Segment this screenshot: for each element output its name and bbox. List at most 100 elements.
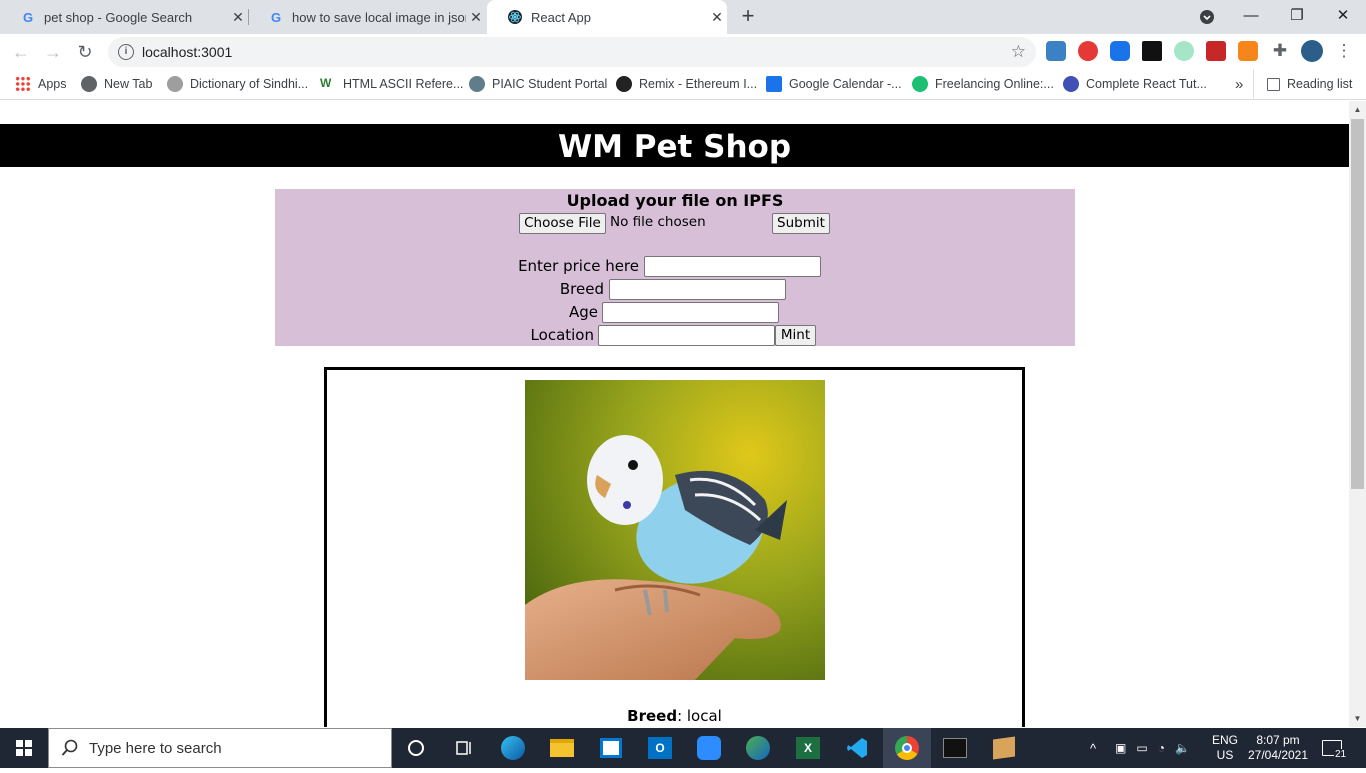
- page-scrollbar[interactable]: ▲ ▼: [1349, 101, 1366, 727]
- globe-icon: [81, 76, 97, 92]
- bookmark-react-tutorial[interactable]: Complete React Tut...: [1063, 70, 1207, 98]
- cortana-icon[interactable]: [400, 732, 432, 764]
- tab-title: how to save local image in json f: [292, 9, 466, 25]
- site-info-icon[interactable]: i: [118, 44, 134, 60]
- globe-app-icon[interactable]: [742, 732, 774, 764]
- red-extension-icon[interactable]: [1078, 41, 1098, 61]
- close-tab-icon[interactable]: ✕: [466, 9, 486, 26]
- bookmark-label: New Tab: [104, 77, 153, 91]
- outlook-icon[interactable]: O: [644, 732, 676, 764]
- notification-count: 21: [1334, 748, 1348, 760]
- bookmark-label: Remix - Ethereum I...: [639, 77, 758, 91]
- back-icon[interactable]: ←: [9, 40, 33, 64]
- budgie-photo: [525, 380, 825, 680]
- fiverr-icon: [912, 76, 928, 92]
- restore-icon[interactable]: ❐: [1274, 0, 1320, 34]
- bookmark-label: Freelancing Online:...: [935, 77, 1054, 91]
- bookmark-dictionary[interactable]: Dictionary of Sindhi...: [167, 70, 308, 98]
- tab-google-search[interactable]: G pet shop - Google Search ✕: [0, 0, 248, 34]
- language-indicator[interactable]: ENG US: [1212, 728, 1238, 768]
- bookmark-freelancing[interactable]: Freelancing Online:...: [912, 70, 1054, 98]
- vscode-icon[interactable]: [841, 732, 873, 764]
- clock-date: 27/04/2021: [1247, 748, 1309, 762]
- metamask-fox-icon[interactable]: [1238, 41, 1258, 61]
- tab-json-search[interactable]: G how to save local image in json f ✕: [248, 0, 486, 34]
- tray-device-icon[interactable]: ▣: [1115, 741, 1126, 755]
- react-icon: [507, 9, 523, 25]
- green-extension-icon[interactable]: [1174, 41, 1194, 61]
- taskbar-search-box[interactable]: Type here to search: [48, 728, 392, 768]
- mint-button[interactable]: Mint: [775, 325, 816, 346]
- location-input[interactable]: [598, 325, 775, 346]
- google-icon: G: [22, 9, 34, 25]
- terminal-icon[interactable]: [939, 732, 971, 764]
- bookmark-html-ascii[interactable]: W HTML ASCII Refere...: [320, 70, 463, 98]
- notification-center-icon[interactable]: 21: [1322, 728, 1355, 768]
- bookmark-piaic[interactable]: PIAIC Student Portal: [469, 70, 607, 98]
- price-input[interactable]: [644, 256, 821, 277]
- more-bookmarks-icon[interactable]: »: [1235, 70, 1243, 98]
- age-label: Age: [568, 303, 598, 321]
- game-extension-icon[interactable]: [1206, 41, 1226, 61]
- url-text[interactable]: localhost:3001: [142, 44, 232, 60]
- choose-file-button[interactable]: Choose File: [519, 213, 606, 234]
- piaic-icon: [469, 76, 485, 92]
- excel-icon[interactable]: X: [792, 732, 824, 764]
- address-bar[interactable]: i localhost:3001 ☆: [108, 37, 1036, 67]
- store-icon[interactable]: [595, 732, 627, 764]
- bookmark-label: Google Calendar -...: [789, 77, 902, 91]
- pet-breed-label: Breed: [627, 707, 678, 725]
- tray-icons[interactable]: ▣ ▭ ◔ 🔈: [1115, 728, 1190, 768]
- package-icon[interactable]: [988, 732, 1020, 764]
- breed-input[interactable]: [609, 279, 786, 300]
- age-input[interactable]: [602, 302, 779, 323]
- battery-icon[interactable]: ▭: [1136, 741, 1147, 755]
- bookmark-new-tab[interactable]: New Tab: [81, 70, 152, 98]
- w-extension-icon[interactable]: [1142, 41, 1162, 61]
- price-label: Enter price here: [518, 257, 639, 275]
- close-window-icon[interactable]: ✕: [1320, 0, 1366, 34]
- bookmark-label: HTML ASCII Refere...: [343, 77, 464, 91]
- reading-list-icon: [1267, 77, 1280, 91]
- chrome-icon[interactable]: [891, 732, 923, 764]
- blue-extension-icon[interactable]: [1110, 41, 1130, 61]
- task-view-icon[interactable]: [448, 732, 480, 764]
- extensions-puzzle-icon[interactable]: ✚: [1270, 41, 1290, 61]
- reload-icon[interactable]: ↻: [73, 40, 97, 64]
- wifi-icon[interactable]: ◔: [1158, 741, 1165, 755]
- location-label: Location: [530, 326, 594, 344]
- minimize-icon[interactable]: —: [1228, 0, 1274, 34]
- scroll-up-icon[interactable]: ▲: [1349, 101, 1366, 118]
- reading-list[interactable]: Reading list: [1253, 70, 1352, 98]
- remix-icon: [616, 76, 632, 92]
- bookmark-calendar[interactable]: Google Calendar -...: [766, 70, 902, 98]
- profile-avatar[interactable]: [1301, 40, 1323, 62]
- edge-icon[interactable]: [497, 732, 529, 764]
- page-title: WM Pet Shop: [0, 124, 1349, 167]
- dictionary-icon: [167, 76, 183, 92]
- file-explorer-icon[interactable]: [546, 732, 578, 764]
- search-icon: [61, 739, 78, 756]
- submit-button[interactable]: Submit: [772, 213, 830, 234]
- lang-label: ENG: [1212, 733, 1239, 747]
- pet-card: Breed: local: [324, 367, 1025, 727]
- bookmark-apps[interactable]: Apps: [15, 70, 67, 98]
- zoom-icon[interactable]: [693, 732, 725, 764]
- close-tab-icon[interactable]: ✕: [228, 9, 248, 26]
- scroll-thumb[interactable]: [1351, 119, 1364, 489]
- forward-icon[interactable]: →: [41, 40, 65, 64]
- bookmark-star-icon[interactable]: ☆: [1011, 42, 1026, 62]
- shield-extension-icon[interactable]: [1046, 41, 1066, 61]
- tab-react-app[interactable]: React App ✕: [487, 0, 727, 34]
- new-tab-icon[interactable]: +: [736, 4, 760, 28]
- close-tab-icon[interactable]: ✕: [707, 9, 727, 26]
- scroll-down-icon[interactable]: ▼: [1349, 710, 1366, 727]
- search-placeholder: Type here to search: [89, 740, 222, 757]
- bookmark-remix[interactable]: Remix - Ethereum I...: [616, 70, 757, 98]
- tab-search-icon[interactable]: [1184, 0, 1230, 34]
- clock[interactable]: 8:07 pm 27/04/2021: [1248, 728, 1308, 768]
- menu-kebab-icon[interactable]: ⋮: [1334, 41, 1354, 61]
- volume-icon[interactable]: 🔈: [1175, 741, 1190, 755]
- windows-start-icon[interactable]: [0, 728, 48, 768]
- show-hidden-icons[interactable]: ^: [1090, 728, 1096, 768]
